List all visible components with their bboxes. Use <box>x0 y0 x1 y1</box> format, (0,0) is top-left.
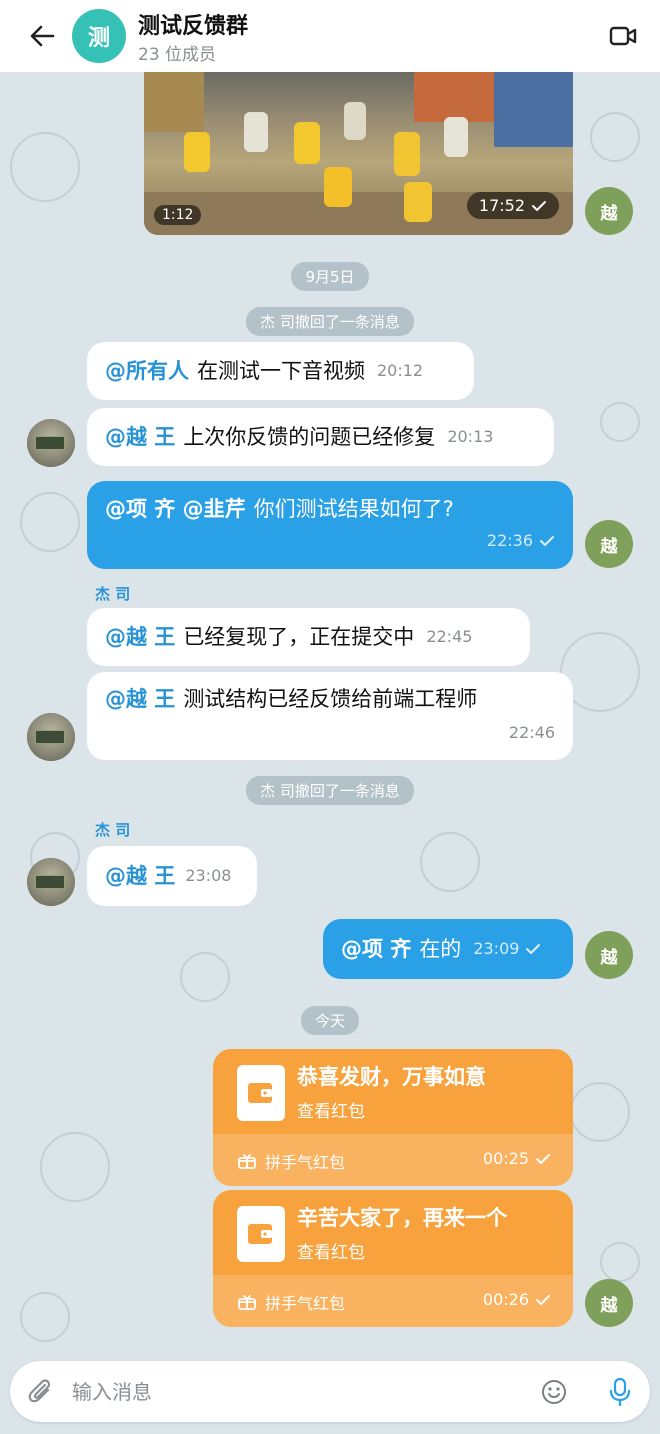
system-text: 杰 司撤回了一条消息 <box>246 307 414 336</box>
message-text: 已经复现了，正在提交中 <box>183 625 415 649</box>
wallet-icon <box>237 1206 285 1262</box>
microphone-icon <box>609 1377 631 1407</box>
red-packet-type: 拼手气红包 <box>237 1149 345 1173</box>
my-avatar[interactable]: 越 <box>585 187 633 235</box>
mention[interactable]: @越 王 <box>105 862 175 890</box>
message-bubble-outgoing[interactable]: @项 齐 @韭芹 你们测试结果如何了? 22:36 <box>87 481 573 569</box>
message-bubble[interactable]: @越 王 上次你反馈的问题已经修复 20:13 <box>87 408 554 466</box>
member-count: 23 位成员 <box>138 45 217 65</box>
mention[interactable]: @项 齐 <box>341 935 411 963</box>
sender-avatar[interactable] <box>27 419 75 467</box>
check-icon <box>540 536 554 546</box>
message-time: 22:45 <box>426 627 473 646</box>
video-call-button[interactable] <box>608 22 638 50</box>
message-time: 23:09 <box>473 939 520 958</box>
red-packet-subtitle: 查看红包 <box>297 1102 365 1122</box>
message-input[interactable] <box>72 1373 522 1411</box>
red-packet-type-label: 拼手气红包 <box>265 1153 346 1172</box>
gift-icon <box>238 1295 256 1310</box>
message-text: 上次你反馈的问题已经修复 <box>183 425 436 449</box>
system-message: 杰 司撤回了一条消息 <box>0 776 660 805</box>
gift-icon <box>238 1154 256 1169</box>
check-icon <box>536 1153 550 1164</box>
red-packet-message[interactable]: 辛苦大家了，再来一个 查看红包 拼手气红包 00:26 <box>213 1190 573 1327</box>
my-avatar[interactable]: 越 <box>585 1279 633 1327</box>
message-bubble[interactable]: @所有人 在测试一下音视频 20:12 <box>87 342 474 400</box>
video-message[interactable]: 1:12 17:52 <box>144 72 573 235</box>
message-bubble[interactable]: @越 王 23:08 <box>87 846 257 906</box>
message-text: 在测试一下音视频 <box>197 359 365 383</box>
red-packet-timestamp: 00:26 <box>483 1290 551 1309</box>
wallet-icon <box>237 1065 285 1121</box>
attach-button[interactable] <box>24 1375 58 1409</box>
paperclip-icon <box>28 1379 51 1403</box>
red-packet-subtitle: 查看红包 <box>297 1243 365 1263</box>
date-label: 9月5日 <box>291 262 369 291</box>
mention[interactable]: @越 王 <box>105 685 175 713</box>
date-divider: 9月5日 <box>0 262 660 291</box>
date-label: 今天 <box>300 1006 359 1035</box>
red-packet-timestamp: 00:25 <box>483 1149 551 1168</box>
red-packet-time: 00:26 <box>482 1290 529 1309</box>
mention[interactable]: @越 王 <box>105 623 175 651</box>
red-packet-title: 辛苦大家了，再来一个 <box>297 1206 507 1230</box>
message-text: 测试结构已经反馈给前端工程师 <box>183 687 478 711</box>
message-time: 22:46 <box>508 723 555 742</box>
message-time: 22:36 <box>486 531 533 550</box>
back-arrow-icon <box>30 25 55 47</box>
voice-button[interactable] <box>604 1375 636 1409</box>
mention[interactable]: @越 王 <box>105 423 175 451</box>
message-bubble[interactable]: @越 王 测试结构已经反馈给前端工程师 22:46 <box>87 672 573 760</box>
chat-header: 测 测试反馈群 23 位成员 <box>0 0 660 72</box>
sender-name[interactable]: 杰 司 <box>95 819 130 840</box>
mention[interactable]: @所有人 <box>105 357 189 385</box>
red-packet-footer: 拼手气红包 00:25 <box>213 1134 573 1186</box>
system-text: 杰 司撤回了一条消息 <box>246 776 414 805</box>
system-message: 杰 司撤回了一条消息 <box>0 307 660 336</box>
red-packet-footer: 拼手气红包 00:26 <box>213 1275 573 1327</box>
mention[interactable]: @项 齐 @韭芹 <box>105 495 246 523</box>
sender-avatar[interactable] <box>27 858 75 906</box>
video-duration: 1:12 <box>154 205 202 225</box>
message-time: 23:08 <box>185 866 232 885</box>
check-icon <box>532 200 546 211</box>
group-avatar[interactable]: 测 <box>72 9 126 63</box>
video-time: 17:52 <box>478 196 525 215</box>
video-call-icon <box>609 26 637 46</box>
red-packet-time: 00:25 <box>482 1149 529 1168</box>
check-icon <box>526 944 541 954</box>
sender-avatar[interactable] <box>27 713 75 761</box>
my-avatar[interactable]: 越 <box>585 520 633 568</box>
emoji-icon[interactable] <box>540 1378 568 1406</box>
group-title[interactable]: 测试反馈群 <box>138 8 248 40</box>
my-avatar[interactable]: 越 <box>585 931 633 979</box>
message-text: 在的 <box>419 937 462 961</box>
date-divider: 今天 <box>0 1006 660 1035</box>
message-time: 20:12 <box>377 361 424 380</box>
sender-name[interactable]: 杰 司 <box>95 583 130 604</box>
red-packet-type-label: 拼手气红包 <box>265 1294 346 1313</box>
message-time: 20:13 <box>447 427 494 446</box>
check-icon <box>536 1294 550 1305</box>
message-composer <box>10 1361 650 1422</box>
message-bubble-outgoing[interactable]: @项 齐 在的 23:09 <box>323 919 573 979</box>
message-text: 你们测试结果如何了? <box>253 497 454 521</box>
red-packet-type: 拼手气红包 <box>237 1290 345 1314</box>
video-timestamp: 17:52 <box>466 192 559 219</box>
message-bubble[interactable]: @越 王 已经复现了，正在提交中 22:45 <box>87 608 530 666</box>
red-packet-title: 恭喜发财，万事如意 <box>297 1065 486 1089</box>
red-packet-message[interactable]: 恭喜发财，万事如意 查看红包 拼手气红包 00:25 <box>213 1049 573 1186</box>
back-button[interactable] <box>22 20 62 52</box>
